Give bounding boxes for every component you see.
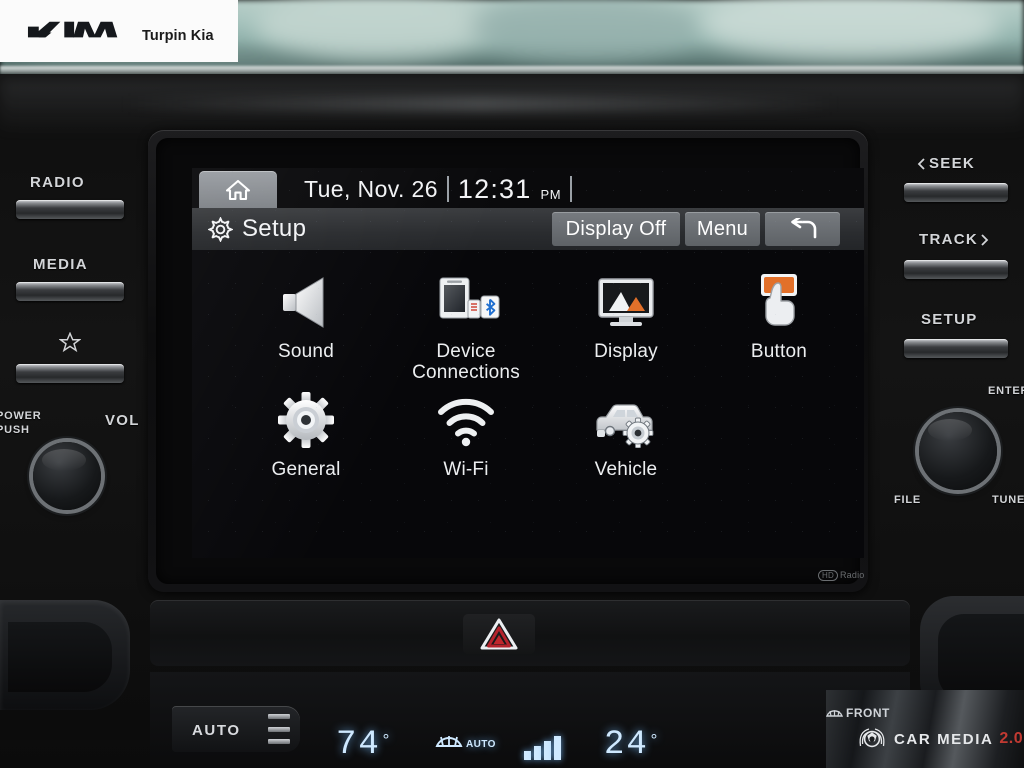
track-button-label: TRACK xyxy=(919,231,989,248)
watermark-text: CAR MEDIA xyxy=(894,730,994,748)
kia-logo xyxy=(26,17,134,47)
display-off-button[interactable]: Display Off xyxy=(552,212,680,246)
left-air-vent-inner xyxy=(8,622,112,692)
gear-icon xyxy=(208,216,233,242)
hazard-triangle-icon xyxy=(480,618,518,650)
menu-item-sound-label: Sound xyxy=(278,341,334,362)
track-button[interactable] xyxy=(904,260,1008,279)
menu-item-button[interactable]: Button xyxy=(695,268,863,363)
media-button[interactable] xyxy=(16,282,124,301)
seek-button[interactable] xyxy=(904,183,1008,202)
screenshot-root: Turpin Kia RADIO MEDIA POWER PUSH VOL SE… xyxy=(0,0,1024,768)
home-button[interactable] xyxy=(199,171,277,208)
hand-press-button-icon xyxy=(695,268,863,330)
climate-auto-label: AUTO xyxy=(192,722,241,739)
monitor-icon xyxy=(542,268,710,330)
power-label-line1: POWER xyxy=(0,410,42,422)
time-text: 12:31 xyxy=(457,173,532,204)
rear-defog-icon xyxy=(826,710,843,717)
phone-usb-bluetooth-icon xyxy=(382,268,550,330)
date-time-separator xyxy=(446,176,449,202)
driver-temperature: 74° xyxy=(336,726,394,764)
date-time-display: Tue, Nov. 26 12:31 PM xyxy=(304,172,573,206)
watermark-version: 2.0 xyxy=(999,730,1024,747)
front-defog-icon xyxy=(435,736,463,747)
menu-item-device-connections-label: Device Connections xyxy=(412,341,520,383)
dealer-logo-plate: Turpin Kia xyxy=(0,0,238,62)
right-air-vent-inner xyxy=(938,614,1024,700)
wifi-icon xyxy=(382,386,550,448)
back-button[interactable] xyxy=(765,212,840,246)
defog-auto-label: AUTO xyxy=(466,739,496,750)
setup-button[interactable] xyxy=(904,339,1008,358)
hazard-button[interactable] xyxy=(463,614,535,654)
passenger-temperature: 24° xyxy=(604,726,662,764)
enter-label: ENTER xyxy=(988,385,1024,397)
chevron-right-icon xyxy=(981,233,989,246)
time-end-separator xyxy=(570,176,573,202)
climate-auto-bars xyxy=(268,714,290,744)
hd-radio-badge: HD Radio xyxy=(818,570,864,581)
file-label: FILE xyxy=(894,494,922,506)
speaker-icon xyxy=(222,268,390,330)
radio-button-label: RADIO xyxy=(30,174,85,191)
home-icon xyxy=(225,178,251,202)
menu-item-sound[interactable]: Sound xyxy=(222,268,390,363)
setup-menu-grid: Sound Device Connections Display Button … xyxy=(192,258,864,558)
gear-icon xyxy=(222,386,390,448)
menu-item-wifi-label: Wi-Fi xyxy=(443,459,489,480)
menu-item-vehicle[interactable]: Vehicle xyxy=(542,386,710,481)
watermark: CAR MEDIA 2.0 xyxy=(856,726,1023,752)
menu-item-device-connections[interactable]: Device Connections xyxy=(382,268,550,383)
back-arrow-icon xyxy=(788,218,818,240)
menu-item-vehicle-label: Vehicle xyxy=(594,459,658,480)
volume-power-knob[interactable] xyxy=(33,442,101,510)
favorites-button[interactable] xyxy=(16,364,124,383)
title-group: Setup xyxy=(208,208,306,250)
fan-level-icon xyxy=(524,736,561,760)
page-title: Setup xyxy=(242,215,307,242)
dealer-name: Turpin Kia xyxy=(142,28,214,44)
seek-button-label: SEEK xyxy=(917,155,975,172)
title-bar: Setup Display Off Menu xyxy=(192,208,864,250)
media-button-label: MEDIA xyxy=(33,256,88,273)
power-label-line2: PUSH xyxy=(0,424,30,436)
date-text: Tue, Nov. 26 xyxy=(304,175,438,202)
menu-item-display[interactable]: Display xyxy=(542,268,710,363)
infotainment-screen: Tue, Nov. 26 12:31 PM Setup Display Off … xyxy=(192,168,864,558)
ampm-text: PM xyxy=(540,186,562,202)
tune-enter-knob[interactable] xyxy=(919,412,997,490)
setup-button-label: SETUP xyxy=(921,311,978,328)
star-icon xyxy=(59,332,81,353)
status-bar: Tue, Nov. 26 12:31 PM xyxy=(192,168,864,208)
menu-item-wifi[interactable]: Wi-Fi xyxy=(382,386,550,481)
menu-button[interactable]: Menu xyxy=(685,212,760,246)
menu-item-display-label: Display xyxy=(594,341,658,362)
menu-item-general-label: General xyxy=(271,459,341,480)
car-gear-icon xyxy=(542,386,710,448)
tune-label: TUNE xyxy=(992,494,1024,506)
dash-highlight xyxy=(120,96,840,112)
front-defog-label: FRONT xyxy=(826,706,890,720)
volume-label: VOL xyxy=(105,412,140,429)
radio-button[interactable] xyxy=(16,200,124,219)
car-media-laurel-icon xyxy=(856,726,888,752)
chevron-left-icon xyxy=(917,157,925,170)
menu-item-button-label: Button xyxy=(750,341,808,362)
front-defog-indicator: AUTO xyxy=(434,730,496,752)
menu-item-general[interactable]: General xyxy=(222,386,390,481)
